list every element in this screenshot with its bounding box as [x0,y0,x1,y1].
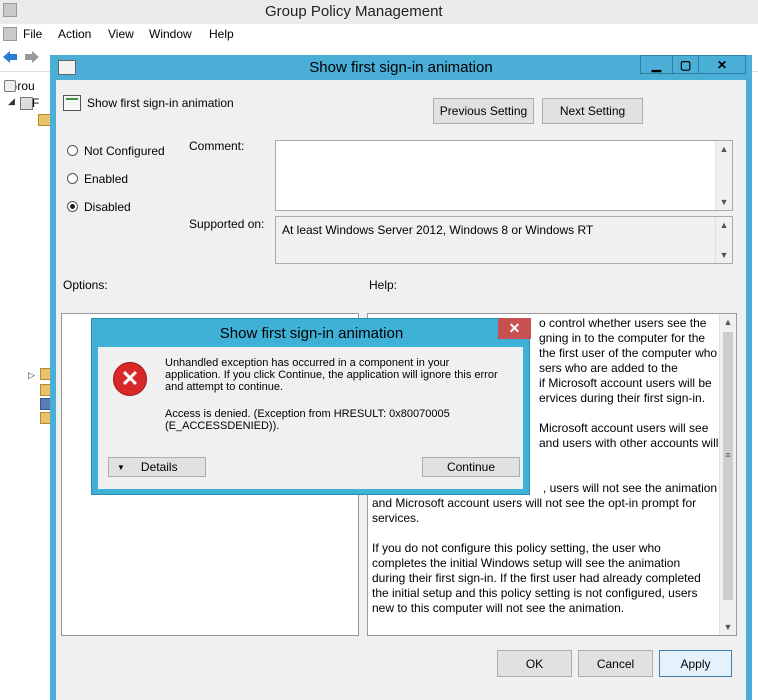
chevron-down-icon: ▼ [117,462,125,472]
radio-disabled[interactable] [67,201,78,212]
scroll-up-icon[interactable]: ▲ [720,314,736,330]
error-message-line: and attempt to continue. [165,381,284,393]
setting-icon-bar [66,98,78,100]
supported-scrollbar[interactable]: ▲ ▼ [715,217,732,263]
details-button-label: Details [140,460,178,474]
radio-enabled-label: Enabled [84,172,129,186]
radio-not-configured[interactable] [67,145,78,156]
help-line: Microsoft account users will see [539,421,709,435]
scroll-down-icon[interactable]: ▼ [716,194,732,210]
menu-action[interactable]: Action [58,27,91,41]
next-setting-button[interactable]: Next Setting [542,98,643,124]
scroll-down-icon[interactable]: ▼ [716,247,732,263]
help-text-right: o control whether users see the gning in… [539,316,719,451]
error-icon: ✕ [113,362,147,396]
help-line: services. [372,511,420,525]
help-line: the initial setup and this policy settin… [372,586,698,600]
setting-icon [63,95,81,111]
back-arrow-icon[interactable] [2,50,18,64]
error-detail-line: Access is denied. (Exception from HRESUL… [165,408,450,420]
help-line: If you do not configure this policy sett… [372,541,661,555]
comment-scrollbar[interactable]: ▲ ▼ [715,141,732,210]
ok-button[interactable]: OK [497,650,572,677]
supported-on-field: At least Windows Server 2012, Windows 8 … [275,216,733,264]
tree-collapse-icon[interactable]: ▷ [28,370,35,381]
error-message-line: Unhandled exception has occurred in a co… [165,357,450,369]
help-line: gning in to the computer for the [539,331,706,345]
help-line: new to this computer will not see the an… [372,601,625,615]
previous-setting-button[interactable]: Previous Setting [433,98,534,124]
help-blank [539,406,719,421]
help-line: during their first sign-in. If the first… [372,571,701,585]
gpm-menu-icon [3,27,17,41]
help-line: completes the initial Windows setup will… [372,556,681,570]
minimize-button[interactable]: ▁ [640,55,673,74]
options-label: Options: [63,278,108,292]
apply-button[interactable]: Apply [659,650,732,677]
help-scroll-thumb[interactable] [723,332,733,600]
help-line: and users with other accounts will [539,436,719,450]
forest-icon [20,97,33,110]
radio-disabled-label: Disabled [84,200,131,214]
gpm-window-title: Group Policy Management [265,3,443,20]
tree-expand-icon[interactable]: ◢ [8,96,15,107]
help-label: Help: [369,278,398,292]
scroll-up-icon[interactable]: ▲ [716,141,732,157]
maximize-button[interactable]: ▢ [672,55,699,74]
help-line: if Microsoft account users will be [539,376,712,390]
help-text-full: , users will not see the animation and M… [372,481,722,616]
continue-button[interactable]: Continue [422,457,520,477]
menu-window[interactable]: Window [149,27,192,41]
radio-enabled[interactable] [67,173,78,184]
supported-on-value: At least Windows Server 2012, Windows 8 … [282,223,594,237]
forward-arrow-icon[interactable] [24,50,40,64]
help-line: ervices during their first sign-in. [539,391,706,405]
help-blank [372,526,722,541]
scroll-up-icon[interactable]: ▲ [716,217,732,233]
comment-label: Comment: [189,139,245,153]
cancel-button[interactable]: Cancel [578,650,653,677]
error-close-button[interactable]: ✕ [498,318,531,339]
menu-file[interactable]: File [23,27,42,41]
setting-name: Show first sign-in animation [87,96,234,110]
close-button[interactable]: ✕ [698,55,746,74]
error-detail: Access is denied. (Exception from HRESUL… [165,408,515,432]
tree-root-icon [4,80,16,92]
help-line: o control whether users see the [539,316,707,330]
supported-on-label: Supported on: [189,217,265,231]
comment-field[interactable]: ▲ ▼ [275,140,733,211]
menu-view[interactable]: View [108,27,134,41]
radio-not-configured-label: Not Configured [84,144,165,158]
gpm-menubar: File Action View Window Help [0,24,758,44]
tree-item-forest[interactable]: F [32,96,39,110]
error-message-line: application. If you click Continue, the … [165,369,498,381]
gpm-titlebar: Group Policy Management [0,0,758,24]
error-detail-line: (E_ACCESSDENIED)). [165,420,280,432]
help-line: and Microsoft account users will not see… [372,496,697,510]
error-message: Unhandled exception has occurred in a co… [165,357,515,393]
policy-dialog-titlebar[interactable]: Show first sign-in animation ▁ ▢ ✕ [50,55,752,80]
menu-help[interactable]: Help [209,27,234,41]
gpm-tree-pane: Grou ◢ F ▷ [0,72,54,700]
details-button[interactable]: ▼ Details [108,457,206,477]
help-line: the first user of the computer who [539,346,718,360]
help-line: sers who are added to the [539,361,678,375]
scroll-down-icon[interactable]: ▼ [720,619,736,635]
grip-icon: ≡ [725,450,731,460]
error-dialog-title: Show first sign-in animation [219,325,404,342]
